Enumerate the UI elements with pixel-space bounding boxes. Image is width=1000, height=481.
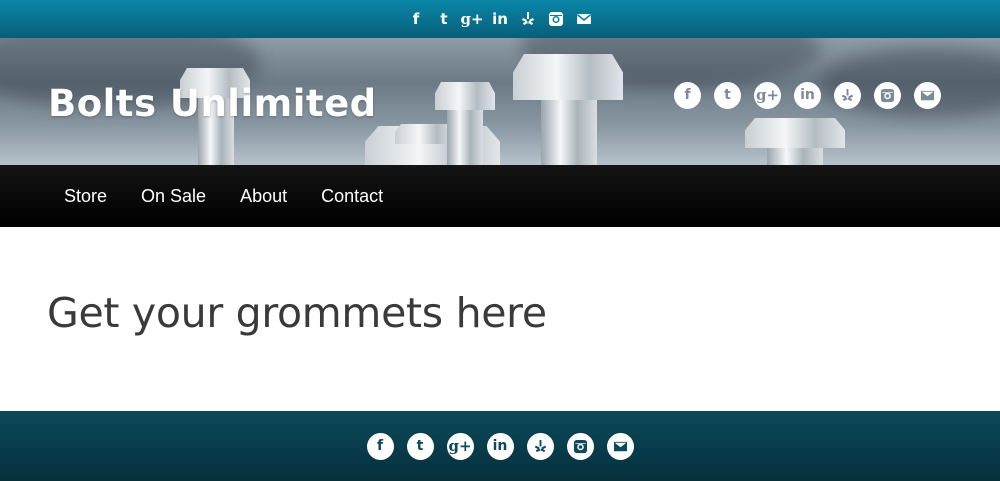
top-social-bar: f t g+ in	[0, 0, 1000, 38]
header-banner: Bolts Unlimited f t g+ in	[0, 38, 1000, 165]
page-heading: Get your grommets here	[47, 289, 547, 337]
nav-item-about[interactable]: About	[223, 165, 304, 227]
google-plus-icon[interactable]: g+	[754, 82, 781, 109]
twitter-icon[interactable]: t	[406, 432, 434, 460]
instagram-icon[interactable]	[874, 82, 901, 109]
twitter-icon[interactable]: t	[714, 82, 741, 109]
facebook-icon[interactable]: f	[408, 11, 424, 27]
linkedin-icon[interactable]: in	[794, 82, 821, 109]
main-content: Get your grommets here	[0, 227, 1000, 411]
footer-social-bar: f t g+ in	[0, 411, 1000, 481]
twitter-icon[interactable]: t	[436, 11, 452, 27]
yelp-icon[interactable]	[834, 82, 861, 109]
site-brand[interactable]: Bolts Unlimited	[48, 82, 377, 125]
email-icon[interactable]	[576, 11, 592, 27]
bolt-image	[745, 118, 845, 165]
header-social-icons: f t g+ in	[674, 82, 941, 109]
linkedin-icon[interactable]: in	[492, 11, 508, 27]
nav-item-on-sale[interactable]: On Sale	[124, 165, 223, 227]
yelp-icon[interactable]	[526, 432, 554, 460]
nav-item-store[interactable]: Store	[47, 165, 124, 227]
google-plus-icon[interactable]: g+	[446, 432, 474, 460]
linkedin-icon[interactable]: in	[486, 432, 514, 460]
bolt-image	[435, 82, 495, 165]
facebook-icon[interactable]: f	[366, 432, 394, 460]
yelp-icon[interactable]	[520, 11, 536, 27]
email-icon[interactable]	[914, 82, 941, 109]
instagram-icon[interactable]	[548, 11, 564, 27]
instagram-icon[interactable]	[566, 432, 594, 460]
google-plus-icon[interactable]: g+	[460, 11, 483, 27]
bolt-image	[513, 54, 623, 165]
facebook-icon[interactable]: f	[674, 82, 701, 109]
email-icon[interactable]	[606, 432, 634, 460]
main-nav: Store On Sale About Contact	[0, 165, 1000, 227]
nav-item-contact[interactable]: Contact	[304, 165, 400, 227]
